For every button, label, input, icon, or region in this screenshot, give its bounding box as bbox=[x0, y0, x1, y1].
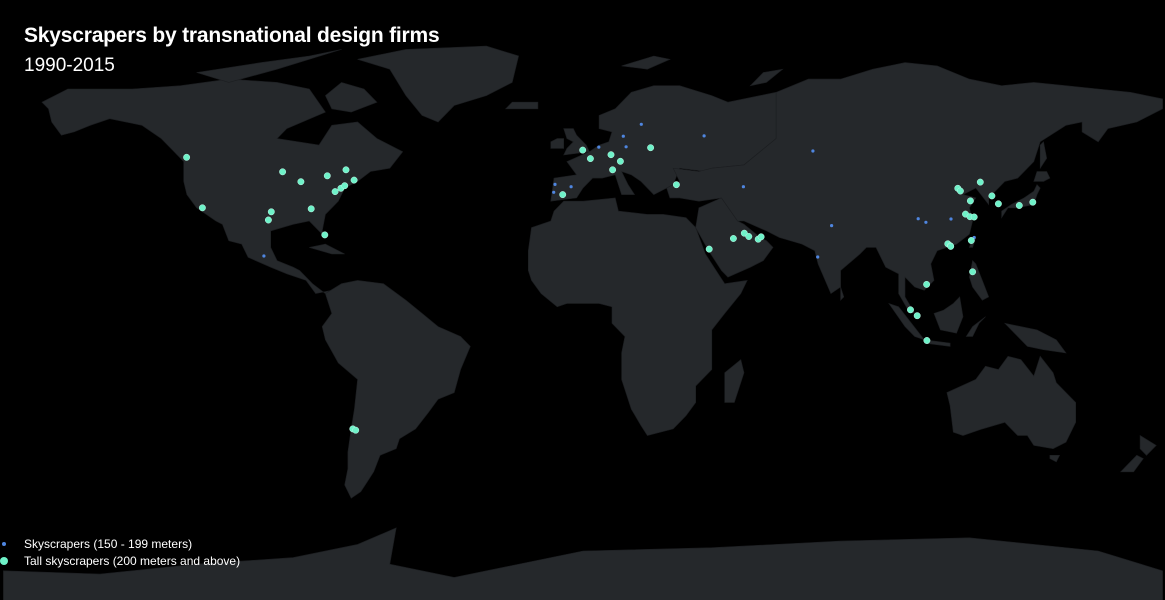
tall-skyscraper-marker-4 bbox=[297, 178, 305, 186]
map-title: Skyscrapers by transnational design firm… bbox=[24, 24, 440, 47]
land-greenland bbox=[357, 45, 519, 123]
tall-skyscraper-marker-20 bbox=[616, 157, 624, 165]
map-subtitle: 1990-2015 bbox=[24, 55, 115, 76]
tall-skyscraper-marker-46 bbox=[913, 312, 921, 320]
land-masses bbox=[3, 45, 1163, 600]
land-sakhalin bbox=[1039, 141, 1048, 170]
tall-skyscraper-marker-45 bbox=[907, 306, 914, 314]
legend: Skyscrapers (150 - 199 meters) Tall skys… bbox=[0, 536, 240, 570]
skyscraper-marker-17 bbox=[924, 220, 928, 224]
tall-skyscraper-marker-34 bbox=[970, 213, 978, 221]
skyscraper-marker-11 bbox=[702, 134, 706, 138]
skyscraper-marker-5 bbox=[553, 182, 557, 186]
land-sulawesi bbox=[965, 316, 986, 337]
tall-skyscraper-marker-39 bbox=[988, 192, 996, 200]
legend-item-tall-skyscrapers: Tall skyscrapers (200 meters and above) bbox=[0, 553, 240, 570]
tall-skyscraper-marker-43 bbox=[976, 178, 984, 186]
tall-skyscraper-marker-2 bbox=[264, 216, 272, 224]
tall-skyscraper-marker-17 bbox=[586, 155, 594, 163]
tall-skyscraper-marker-21 bbox=[647, 144, 655, 152]
skyscraper-marker-9 bbox=[624, 145, 628, 149]
tall-skyscraper-marker-27 bbox=[745, 233, 753, 240]
tall-skyscraper-marker-6 bbox=[321, 231, 329, 239]
map-figure: Skyscrapers by transnational design firm… bbox=[0, 0, 1165, 600]
land-svalbard bbox=[621, 55, 671, 70]
skyscraper-marker-16 bbox=[916, 217, 920, 221]
legend-item-skyscrapers: Skyscrapers (150 - 199 meters) bbox=[0, 536, 240, 553]
tall-skyscraper-marker-40 bbox=[994, 200, 1002, 208]
land-sumatra bbox=[888, 302, 926, 341]
land-australia bbox=[946, 355, 1076, 450]
land-madagascar bbox=[724, 359, 745, 403]
tall-skyscraper-marker-0 bbox=[183, 153, 191, 161]
tall-skyscraper-marker-12 bbox=[279, 168, 287, 176]
legend-label-skyscrapers: Skyscrapers (150 - 199 meters) bbox=[24, 537, 193, 551]
tall-skyscraper-marker-16 bbox=[579, 146, 587, 154]
legend-tall-marker-icon bbox=[0, 557, 8, 565]
tall-skyscraper-marker-10 bbox=[350, 176, 358, 184]
skyscraper-marker-7 bbox=[597, 145, 601, 149]
land-baffin-island bbox=[325, 82, 378, 113]
skyscraper-marker-8 bbox=[621, 134, 625, 138]
world-map bbox=[3, 45, 1163, 600]
skyscraper-marker-3 bbox=[552, 190, 556, 194]
land-new-guinea bbox=[1003, 322, 1067, 354]
tall-skyscraper-marker-42 bbox=[1015, 202, 1023, 209]
tall-skyscraper-marker-5 bbox=[307, 205, 315, 213]
legend-label-tall-skyscrapers: Tall skyscrapers (200 meters and above) bbox=[24, 554, 241, 568]
legend-small-marker-icon bbox=[2, 542, 6, 546]
land-cuba bbox=[309, 243, 345, 255]
land-iceland bbox=[504, 101, 539, 110]
tall-skyscraper-marker-48 bbox=[969, 268, 977, 276]
tall-skyscraper-marker-11 bbox=[342, 166, 350, 174]
land-ireland bbox=[550, 138, 565, 149]
tall-skyscraper-marker-18 bbox=[607, 151, 615, 159]
land-tasmania bbox=[1049, 454, 1061, 463]
tall-skyscraper-marker-41 bbox=[1029, 198, 1037, 206]
skyscraper-marker-18 bbox=[949, 217, 953, 221]
tall-skyscraper-marker-47 bbox=[923, 337, 931, 344]
tall-skyscraper-marker-19 bbox=[609, 166, 617, 174]
skyscraper-marker-10 bbox=[639, 122, 643, 126]
tall-skyscraper-marker-1 bbox=[198, 204, 206, 212]
skyscraper-marker-14 bbox=[816, 255, 820, 259]
tall-skyscraper-marker-31 bbox=[956, 187, 964, 195]
tall-skyscraper-marker-37 bbox=[947, 242, 955, 250]
tall-skyscraper-marker-13 bbox=[341, 182, 349, 190]
skyscraper-marker-12 bbox=[741, 185, 746, 189]
land-sri-lanka bbox=[840, 286, 845, 301]
tall-skyscraper-marker-23 bbox=[559, 191, 567, 199]
land-borneo bbox=[933, 296, 964, 334]
land-new-zealand-north bbox=[1139, 434, 1157, 456]
tall-skyscraper-marker-8 bbox=[331, 188, 339, 196]
land-philippines bbox=[969, 259, 990, 301]
tall-skyscraper-marker-29 bbox=[757, 233, 765, 241]
land-south-america bbox=[321, 280, 471, 499]
skyscraper-marker-4 bbox=[569, 185, 573, 189]
tall-skyscraper-marker-7 bbox=[323, 172, 331, 180]
skyscraper-marker-2 bbox=[262, 254, 266, 258]
land-new-zealand-south bbox=[1119, 454, 1144, 473]
tall-skyscraper-marker-3 bbox=[267, 208, 275, 216]
tall-skyscraper-marker-22 bbox=[672, 181, 680, 189]
tall-skyscraper-marker-44 bbox=[923, 280, 931, 288]
tall-skyscraper-marker-25 bbox=[705, 245, 713, 253]
tall-skyscraper-marker-15 bbox=[352, 426, 360, 434]
skyscraper-marker-15 bbox=[830, 224, 834, 228]
land-arctic-islands bbox=[196, 49, 342, 83]
tall-skyscraper-marker-49 bbox=[967, 237, 975, 244]
tall-skyscraper-marker-38 bbox=[966, 197, 974, 205]
land-novaya-zemlya bbox=[749, 68, 784, 87]
land-hokkaido bbox=[1033, 171, 1051, 182]
tall-skyscraper-marker-24 bbox=[729, 235, 737, 242]
skyscraper-marker-13 bbox=[811, 149, 815, 153]
